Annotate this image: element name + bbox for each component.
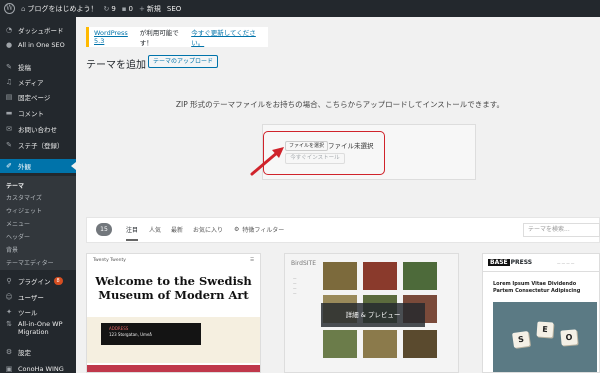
choose-file-button[interactable]: ファイルを選択 (285, 141, 329, 151)
comments-link[interactable]: ▪ 0 (122, 0, 133, 17)
theme-site-name: Twenty Twenty (93, 258, 126, 263)
seo-icon: ● (5, 41, 13, 49)
new-content-link[interactable]: + 新規 (139, 0, 161, 17)
plus-icon: + (139, 4, 145, 13)
upload-theme-button[interactable]: テーマのアップロード (148, 55, 219, 68)
site-name-link[interactable]: ⌂ ブログをはじめよう！ (21, 0, 97, 17)
tab-featured[interactable]: 注目 (126, 225, 139, 241)
sidebar-item-migration[interactable]: ⇅ All-in-One WP Migration (0, 320, 76, 340)
submenu-widgets[interactable]: ウィジェット (6, 206, 42, 215)
sidebar-item-media[interactable]: ♫ メディア (0, 75, 76, 89)
theme-search-input[interactable]: テーマを検索... (523, 223, 600, 237)
media-icon: ♫ (5, 78, 13, 86)
pin-icon: ✎ (6, 63, 12, 71)
page-icon: ▤ (5, 93, 13, 101)
theme-preview-headline: Lorem Ipsum Vitae Dividendo Partem Conse… (493, 281, 581, 294)
submenu-customize[interactable]: カスタマイズ (6, 193, 42, 202)
photo-tile (323, 262, 357, 290)
tool-icon: ✦ (6, 308, 12, 316)
sidebar-item-posts[interactable]: ✎ 投稿 (0, 60, 76, 74)
theme-count-badge: 15 (96, 223, 112, 236)
theme-card-basepress[interactable]: BASE PRESS — — — — Lorem Ipsum Vitae Div… (482, 253, 600, 373)
plugin-update-badge: 8 (53, 277, 63, 285)
plugin-icon: ⚲ (6, 277, 12, 285)
theme-site-name: BirdSITE (291, 260, 316, 267)
sidebar-item-pages[interactable]: ▤ 固定ページ (0, 90, 76, 104)
install-now-button[interactable]: 今すぐインストール (285, 153, 345, 164)
file-status-text: ファイル未選択 (328, 142, 374, 150)
submenu-header[interactable]: ヘッダー (6, 232, 30, 241)
submenu-background[interactable]: 背景 (6, 245, 18, 254)
mail-icon: ✉ (6, 125, 12, 133)
wordpress-logo-icon[interactable]: W (4, 3, 15, 14)
preview-address-block: ADDRESS 123 Storgatan, Umeå (101, 323, 201, 345)
sidebar-item-all-in-one-seo[interactable]: ● All in One SEO (0, 38, 76, 52)
updates-link[interactable]: ↻ 9 (103, 0, 115, 17)
menu-icon: ☰ (249, 258, 254, 263)
sidebar-item-dashboard[interactable]: ◔ ダッシュボード (0, 23, 76, 37)
theme-card-birdsite[interactable]: BirdSITE — — — — 詳細 & プレビュー (284, 253, 459, 373)
settings-icon: ⚙ (5, 348, 13, 356)
upload-instructions: ZIP 形式のテーマファイルをお持ちの場合、こちらからアップロードしてインストー… (175, 100, 505, 109)
update-notice: WordPress 5.3 が利用可能です！ 今すぐ更新してください。 (86, 27, 268, 47)
wordpress-version-link[interactable]: WordPress 5.3 (94, 29, 140, 45)
theme-logo: BASE PRESS (483, 254, 599, 272)
refresh-icon: ↻ (103, 4, 110, 13)
gear-icon: ⚙ (234, 226, 240, 233)
sidebar-item-users[interactable]: ☺ ユーザー (0, 290, 76, 304)
photo-tile (403, 262, 437, 290)
preview-nav-lines: — — — — (293, 276, 297, 295)
user-icon: ☺ (5, 293, 13, 301)
details-preview-button[interactable]: 詳細 & プレビュー (321, 303, 425, 327)
sidebar-item-contact[interactable]: ✉ お問い合わせ (0, 122, 76, 136)
submenu-menus[interactable]: メニュー (6, 219, 30, 228)
appearance-icon: ✐ (6, 162, 12, 170)
theme-card-twenty-twenty[interactable]: Twenty Twenty ☰ Welcome to the Swedish M… (86, 253, 261, 373)
comment-icon: ▪ (121, 4, 127, 13)
preview-nav-lines: — — — — (557, 261, 575, 265)
photo-tile (363, 262, 397, 290)
tab-popular[interactable]: 人気 (149, 225, 161, 234)
tab-latest[interactable]: 最新 (171, 225, 183, 234)
page-title: テーマを追加 (86, 60, 146, 71)
preview-red-band (87, 365, 260, 372)
migration-icon: ⇅ (6, 320, 12, 328)
update-now-link[interactable]: 今すぐ更新してください。 (191, 27, 268, 47)
sidebar-item-conoha[interactable]: ▣ ConoHa WING (0, 362, 76, 373)
home-icon: ⌂ (21, 4, 26, 13)
submenu-themes[interactable]: テーマ (6, 181, 24, 190)
conoha-icon: ▣ (5, 365, 13, 373)
sidebar-item-custom[interactable]: ✎ ステ子（登録） (0, 138, 76, 152)
sidebar-item-settings[interactable]: ⚙ 設定 (0, 345, 76, 359)
pen-icon: ✎ (6, 141, 12, 149)
admin-bar: W ⌂ ブログをはじめよう！ ↻ 9 ▪ 0 + 新規 SEO (0, 0, 600, 17)
sidebar-item-appearance[interactable]: ✐ 外観 (0, 159, 76, 173)
sidebar-item-plugins[interactable]: ⚲ プラグイン 8 (0, 274, 76, 288)
tab-favorites[interactable]: お気に入り (193, 225, 223, 234)
seo-blocks-image: S E O (493, 302, 597, 372)
sidebar-item-comments[interactable]: ▬ コメント (0, 106, 76, 120)
notice-text: が利用可能です！ (139, 29, 179, 47)
seo-menu-link[interactable]: SEO (167, 0, 181, 17)
dashboard-icon: ◔ (5, 26, 13, 34)
photo-tile (363, 330, 397, 358)
comment-icon: ▬ (5, 109, 13, 117)
red-arrow-annotation (250, 147, 284, 176)
sidebar-item-tools[interactable]: ✦ ツール (0, 305, 76, 319)
photo-tile (323, 330, 357, 358)
photo-tile (403, 330, 437, 358)
submenu-theme-editor[interactable]: テーマエディター (6, 258, 54, 267)
feature-filter-button[interactable]: ⚙ 特徴フィルター (234, 225, 284, 234)
theme-preview-headline: Welcome to the Swedish Museum of Modern … (95, 274, 252, 302)
